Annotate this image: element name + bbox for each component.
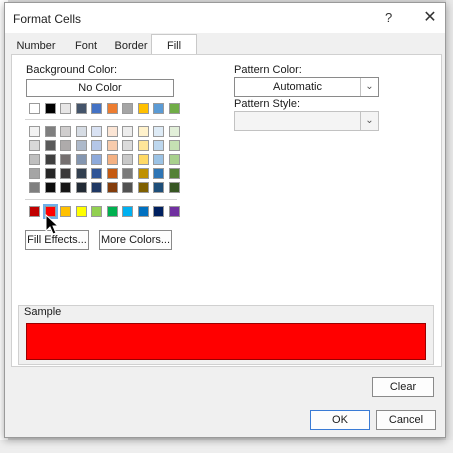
color-swatch-shade[interactable] — [153, 182, 164, 193]
color-swatch-shade[interactable] — [169, 154, 180, 165]
cancel-button[interactable]: Cancel — [376, 410, 436, 430]
color-swatch-shade[interactable] — [122, 154, 133, 165]
color-swatch-shade[interactable] — [91, 168, 102, 179]
tab-font[interactable]: Font — [66, 36, 106, 56]
color-swatch-shade[interactable] — [138, 126, 149, 137]
pattern-color-label: Pattern Color: — [234, 64, 302, 76]
color-swatch-shade[interactable] — [29, 154, 40, 165]
worksheet-right-edge — [446, 0, 453, 453]
color-swatch-shade[interactable] — [153, 140, 164, 151]
color-swatch-theme[interactable] — [138, 103, 149, 114]
color-swatch-shade[interactable] — [45, 154, 56, 165]
tab-number[interactable]: Number — [12, 36, 60, 56]
color-swatch-shade[interactable] — [76, 168, 87, 179]
sample-preview — [26, 323, 426, 360]
color-swatch-shade[interactable] — [107, 168, 118, 179]
color-swatch-shade[interactable] — [60, 126, 71, 137]
color-swatch-shade[interactable] — [169, 182, 180, 193]
mouse-pointer-icon — [45, 214, 60, 235]
color-swatch-shade[interactable] — [122, 126, 133, 137]
color-swatch-theme[interactable] — [29, 103, 40, 114]
title-bar: Format Cells ? ✕ — [5, 3, 445, 33]
color-swatch-shade[interactable] — [107, 126, 118, 137]
color-swatch-shade[interactable] — [107, 140, 118, 151]
color-swatch-shade[interactable] — [45, 182, 56, 193]
clear-button[interactable]: Clear — [372, 377, 434, 397]
color-swatch-shade[interactable] — [153, 126, 164, 137]
color-swatch-shade[interactable] — [107, 154, 118, 165]
color-swatch-shade[interactable] — [29, 140, 40, 151]
more-colors-button[interactable]: More Colors... — [99, 230, 172, 250]
color-swatch-theme[interactable] — [91, 103, 102, 114]
color-swatch-shade[interactable] — [138, 182, 149, 193]
color-swatch-shade[interactable] — [91, 154, 102, 165]
color-swatch-shade[interactable] — [91, 182, 102, 193]
color-swatch-shade[interactable] — [76, 182, 87, 193]
color-swatch-standard[interactable] — [60, 206, 71, 217]
color-swatch-standard[interactable] — [91, 206, 102, 217]
color-swatch-shade[interactable] — [76, 140, 87, 151]
color-swatch-shade[interactable] — [169, 168, 180, 179]
color-swatch-shade[interactable] — [153, 154, 164, 165]
sample-label: Sample — [22, 306, 64, 318]
color-swatch-standard[interactable] — [76, 206, 87, 217]
color-swatch-shade[interactable] — [29, 126, 40, 137]
tab-border[interactable]: Border — [108, 36, 154, 56]
color-swatch-shade[interactable] — [138, 140, 149, 151]
close-button[interactable]: ✕ — [417, 7, 443, 29]
color-swatch-standard[interactable] — [29, 206, 40, 217]
chevron-down-icon: ⌄ — [360, 112, 378, 130]
color-swatch-shade[interactable] — [45, 168, 56, 179]
palette-divider — [25, 119, 177, 120]
color-swatch-shade[interactable] — [60, 140, 71, 151]
color-swatch-shade[interactable] — [122, 168, 133, 179]
color-swatch-shade[interactable] — [76, 126, 87, 137]
color-swatch-theme[interactable] — [169, 103, 180, 114]
worksheet-bottom-edge — [0, 440, 453, 453]
color-swatch-shade[interactable] — [138, 168, 149, 179]
color-swatch-shade[interactable] — [122, 140, 133, 151]
color-swatch-shade[interactable] — [138, 154, 149, 165]
chevron-down-icon: ⌄ — [360, 78, 378, 96]
color-swatch-shade[interactable] — [107, 182, 118, 193]
pattern-style-dropdown[interactable]: ⌄ — [234, 111, 379, 131]
dialog-title: Format Cells — [13, 12, 82, 26]
color-swatch-theme[interactable] — [153, 103, 164, 114]
tab-fill[interactable]: Fill — [151, 34, 197, 56]
palette-divider — [25, 199, 177, 200]
color-swatch-shade[interactable] — [45, 126, 56, 137]
pattern-style-label: Pattern Style: — [234, 98, 301, 110]
color-swatch-standard[interactable] — [122, 206, 133, 217]
color-swatch-shade[interactable] — [91, 126, 102, 137]
color-swatch-theme[interactable] — [60, 103, 71, 114]
color-swatch-theme[interactable] — [45, 103, 56, 114]
color-swatch-shade[interactable] — [60, 168, 71, 179]
color-swatch-theme[interactable] — [107, 103, 118, 114]
color-swatch-theme[interactable] — [76, 103, 87, 114]
color-swatch-shade[interactable] — [122, 182, 133, 193]
color-swatch-theme[interactable] — [122, 103, 133, 114]
no-color-button[interactable]: No Color — [26, 79, 174, 97]
color-swatch-shade[interactable] — [45, 140, 56, 151]
color-swatch-standard[interactable] — [138, 206, 149, 217]
color-swatch-shade[interactable] — [29, 182, 40, 193]
color-swatch-shade[interactable] — [169, 140, 180, 151]
pattern-color-dropdown[interactable]: Automatic ⌄ — [234, 77, 379, 97]
background-color-label: Background Color: — [26, 64, 118, 76]
color-swatch-standard[interactable] — [153, 206, 164, 217]
color-swatch-shade[interactable] — [29, 168, 40, 179]
color-swatch-standard[interactable] — [169, 206, 180, 217]
color-swatch-shade[interactable] — [60, 182, 71, 193]
color-swatch-shade[interactable] — [60, 154, 71, 165]
ok-button[interactable]: OK — [310, 410, 370, 430]
color-swatch-standard[interactable] — [107, 206, 118, 217]
pattern-color-value: Automatic — [273, 81, 322, 93]
color-swatch-shade[interactable] — [91, 140, 102, 151]
color-swatch-shade[interactable] — [153, 168, 164, 179]
color-swatch-shade[interactable] — [76, 154, 87, 165]
color-swatch-shade[interactable] — [169, 126, 180, 137]
help-button[interactable]: ? — [385, 10, 392, 25]
